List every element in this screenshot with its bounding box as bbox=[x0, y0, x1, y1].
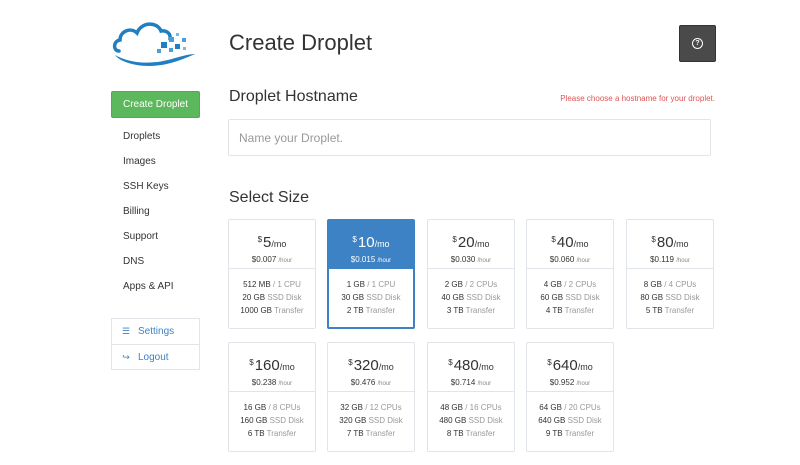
size-card[interactable]: $320/mo $0.476 /hour 32 GB / 12 CPUs 320 GB… bbox=[327, 342, 415, 452]
size-price-block: $320/mo $0.476 /hour bbox=[328, 343, 414, 392]
disk: 640 GB SSD Disk bbox=[538, 416, 602, 425]
sidebar-item-images[interactable]: Images bbox=[123, 149, 174, 174]
size-specs: 2 GB / 2 CPUs 40 GB SSD Disk 3 TB Transfer bbox=[428, 269, 514, 317]
disk: 60 GB SSD Disk bbox=[540, 293, 600, 302]
page-title: Create Droplet bbox=[229, 30, 373, 55]
size-card[interactable]: $40/mo $0.060 /hour 4 GB / 2 CPUs 60 GB SSD… bbox=[526, 219, 614, 329]
disk: 30 GB SSD Disk bbox=[341, 293, 401, 302]
size-price-block: $20/mo $0.030 /hour bbox=[428, 220, 514, 269]
disk: 160 GB SSD Disk bbox=[240, 416, 304, 425]
sidebar-nav: Droplets Images SSH Keys Billing Support… bbox=[123, 124, 174, 299]
hourly-price: $0.119 /hour bbox=[650, 255, 690, 264]
size-card[interactable]: $480/mo $0.714 /hour 48 GB / 16 CPUs 480 GB… bbox=[427, 342, 515, 452]
create-droplet-button[interactable]: Create Droplet bbox=[111, 91, 200, 118]
monthly-price: $160/mo bbox=[249, 357, 295, 374]
transfer: 6 TB Transfer bbox=[247, 429, 297, 438]
monthly-price: $5/mo bbox=[257, 234, 287, 251]
ram-cpu: 32 GB / 12 CPUs bbox=[340, 403, 402, 412]
ram-cpu: 64 GB / 20 CPUs bbox=[539, 403, 601, 412]
size-price-block: $5/mo $0.007 /hour bbox=[229, 220, 315, 269]
ram-cpu: 8 GB / 4 CPUs bbox=[643, 280, 697, 289]
help-icon: ? bbox=[692, 38, 703, 49]
logout-icon: ↪ bbox=[122, 351, 130, 362]
size-price-block: $10/mo $0.015 /hour bbox=[329, 221, 413, 269]
logout-label: Logout bbox=[138, 351, 169, 363]
hourly-price: $0.030 /hour bbox=[450, 255, 492, 264]
transfer: 4 TB Transfer bbox=[545, 306, 595, 315]
hourly-price: $0.238 /hour bbox=[251, 378, 293, 387]
monthly-price: $40/mo bbox=[551, 234, 589, 251]
logout-link[interactable]: ↪ Logout bbox=[112, 344, 199, 369]
sidebar-item-ssh-keys[interactable]: SSH Keys bbox=[123, 174, 174, 199]
size-price-block: $40/mo $0.060 /hour bbox=[527, 220, 613, 269]
size-specs: 512 MB / 1 CPU 20 GB SSD Disk 1000 GB Tran… bbox=[229, 269, 315, 317]
disk: 20 GB SSD Disk bbox=[242, 293, 302, 302]
transfer: 9 TB Transfer bbox=[545, 429, 595, 438]
monthly-price: $20/mo bbox=[452, 234, 490, 251]
transfer: 5 TB Transfer bbox=[645, 306, 695, 315]
monthly-price: $480/mo bbox=[448, 357, 494, 374]
account-menu: ☰ Settings ↪ Logout bbox=[111, 318, 200, 370]
transfer: 1000 GB Transfer bbox=[240, 306, 304, 315]
size-card[interactable]: $20/mo $0.030 /hour 2 GB / 2 CPUs 40 GB SSD… bbox=[427, 219, 515, 329]
monthly-price: $640/mo bbox=[547, 357, 593, 374]
sidebar-item-apps-api[interactable]: Apps & API bbox=[123, 274, 174, 299]
transfer: 8 TB Transfer bbox=[446, 429, 496, 438]
size-card[interactable]: $160/mo $0.238 /hour 16 GB / 8 CPUs 160 GB … bbox=[228, 342, 316, 452]
disk: 320 GB SSD Disk bbox=[339, 416, 403, 425]
sidebar-item-droplets[interactable]: Droplets bbox=[123, 124, 174, 149]
ram-cpu: 4 GB / 2 CPUs bbox=[543, 280, 597, 289]
hourly-price: $0.060 /hour bbox=[549, 255, 591, 264]
size-price-block: $640/mo $0.952 /hour bbox=[527, 343, 613, 392]
monthly-price: $320/mo bbox=[348, 357, 394, 374]
size-specs: 16 GB / 8 CPUs 160 GB SSD Disk 6 TB Transf… bbox=[229, 392, 315, 440]
help-button[interactable]: ? bbox=[679, 25, 716, 62]
size-specs: 48 GB / 16 CPUs 480 GB SSD Disk 8 TB Trans… bbox=[428, 392, 514, 440]
disk: 480 GB SSD Disk bbox=[439, 416, 503, 425]
monthly-price: $10/mo bbox=[352, 234, 390, 251]
hourly-price: $0.007 /hour bbox=[251, 255, 293, 264]
size-specs: 8 GB / 4 CPUs 80 GB SSD Disk 5 TB Transfer bbox=[627, 269, 713, 317]
hourly-price: $0.476 /hour bbox=[350, 378, 392, 387]
hostname-error: Please choose a hostname for your drople… bbox=[560, 94, 715, 103]
size-price-block: $480/mo $0.714 /hour bbox=[428, 343, 514, 392]
ram-cpu: 48 GB / 16 CPUs bbox=[440, 403, 502, 412]
monthly-price: $80/mo bbox=[651, 234, 689, 251]
size-price-block: $160/mo $0.238 /hour bbox=[229, 343, 315, 392]
sidebar-item-billing[interactable]: Billing bbox=[123, 199, 174, 224]
transfer: 3 TB Transfer bbox=[446, 306, 496, 315]
digitalocean-logo[interactable] bbox=[111, 17, 197, 69]
size-card[interactable]: $80/mo $0.119 /hour 8 GB / 4 CPUs 80 GB SSD… bbox=[626, 219, 714, 329]
size-specs: 4 GB / 2 CPUs 60 GB SSD Disk 4 TB Transfer bbox=[527, 269, 613, 317]
size-card[interactable]: $5/mo $0.007 /hour 512 MB / 1 CPU 20 GB SSD… bbox=[228, 219, 316, 329]
ram-cpu: 2 GB / 2 CPUs bbox=[444, 280, 498, 289]
transfer: 7 TB Transfer bbox=[346, 429, 396, 438]
settings-link[interactable]: ☰ Settings bbox=[112, 319, 199, 344]
disk: 40 GB SSD Disk bbox=[441, 293, 501, 302]
hostname-heading: Droplet Hostname bbox=[229, 88, 358, 105]
size-specs: 64 GB / 20 CPUs 640 GB SSD Disk 9 TB Trans… bbox=[527, 392, 613, 440]
hourly-price: $0.952 /hour bbox=[549, 378, 591, 387]
ram-cpu: 1 GB / 1 CPU bbox=[346, 280, 396, 289]
disk: 80 GB SSD Disk bbox=[640, 293, 700, 302]
sidebar-item-dns[interactable]: DNS bbox=[123, 249, 174, 274]
ram-cpu: 512 MB / 1 CPU bbox=[243, 280, 301, 289]
size-specs: 1 GB / 1 CPU 30 GB SSD Disk 2 TB Transfer bbox=[329, 269, 413, 317]
transfer: 2 TB Transfer bbox=[346, 306, 396, 315]
sidebar-item-support[interactable]: Support bbox=[123, 224, 174, 249]
size-price-block: $80/mo $0.119 /hour bbox=[627, 220, 713, 269]
size-specs: 32 GB / 12 CPUs 320 GB SSD Disk 7 TB Trans… bbox=[328, 392, 414, 440]
size-card[interactable]: $640/mo $0.952 /hour 64 GB / 20 CPUs 640 GB… bbox=[526, 342, 614, 452]
settings-icon: ☰ bbox=[121, 326, 131, 336]
size-heading: Select Size bbox=[229, 189, 310, 206]
size-card[interactable]: $10/mo $0.015 /hour 1 GB / 1 CPU 30 GB SSD … bbox=[327, 219, 415, 329]
ram-cpu: 16 GB / 8 CPUs bbox=[243, 403, 301, 412]
hourly-price: $0.015 /hour bbox=[350, 255, 392, 264]
hourly-price: $0.714 /hour bbox=[450, 378, 492, 387]
settings-label: Settings bbox=[138, 326, 175, 337]
hostname-input[interactable] bbox=[228, 119, 711, 156]
